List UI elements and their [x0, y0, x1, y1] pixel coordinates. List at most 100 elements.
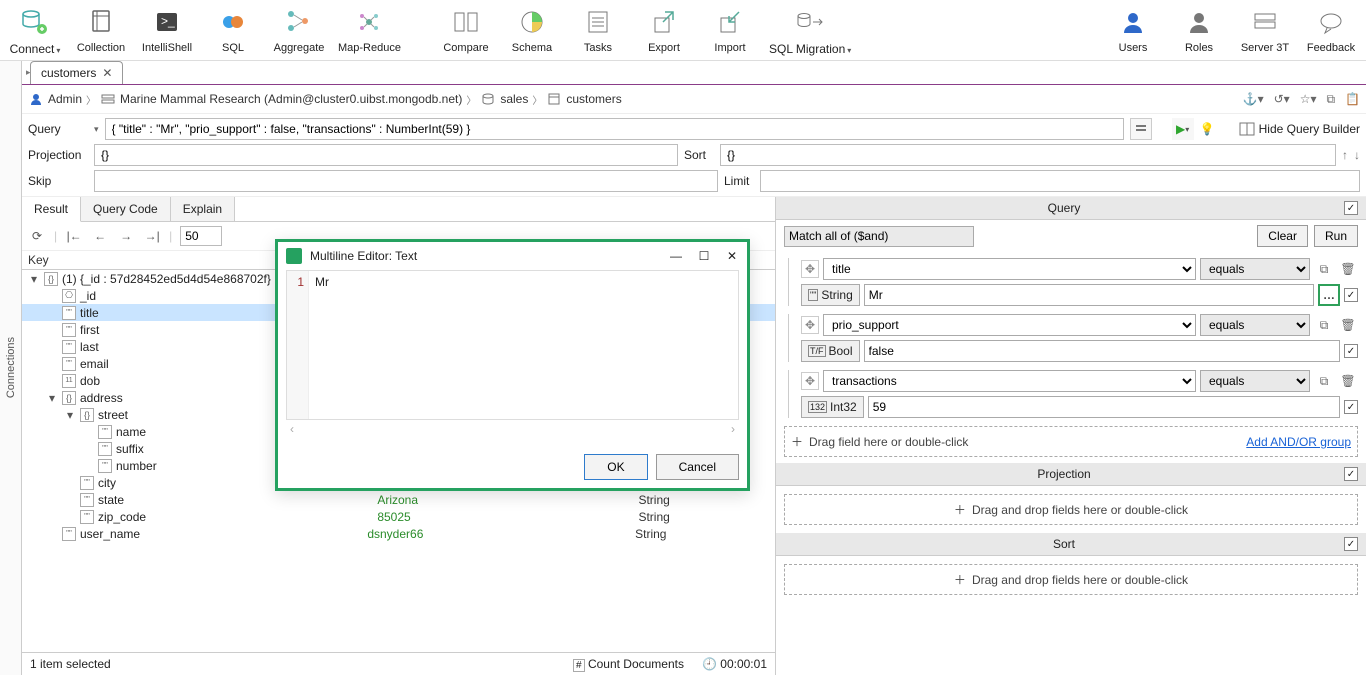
- tree-key[interactable]: _id: [80, 289, 96, 303]
- duplicate-icon[interactable]: ⧉: [1314, 259, 1334, 279]
- connections-side-tab[interactable]: Connections: [0, 61, 22, 675]
- count-documents-button[interactable]: # Count Documents: [573, 657, 684, 671]
- tree-key[interactable]: name: [116, 425, 146, 439]
- query-enabled-checkbox[interactable]: ✓: [1344, 201, 1358, 215]
- run-button[interactable]: Run: [1314, 225, 1358, 247]
- field-name-select[interactable]: prio_support: [823, 314, 1196, 336]
- paste-icon[interactable]: 📋: [1345, 92, 1360, 106]
- scroll-right-icon[interactable]: ›: [731, 422, 735, 436]
- field-dropzone[interactable]: ＋ Drag field here or double-click Add AN…: [784, 426, 1358, 457]
- prev-page-button[interactable]: ←: [91, 227, 109, 245]
- query-chevron-icon[interactable]: ▾: [94, 124, 99, 135]
- duplicate-icon[interactable]: ⧉: [1314, 371, 1334, 391]
- tree-key[interactable]: address: [80, 391, 123, 405]
- tree-key[interactable]: state: [98, 493, 124, 507]
- hint-icon[interactable]: 💡: [1200, 122, 1215, 136]
- sort-input[interactable]: [720, 144, 1336, 166]
- query-options-button[interactable]: [1130, 118, 1152, 140]
- duplicate-icon[interactable]: ⧉: [1314, 315, 1334, 335]
- maximize-icon[interactable]: ☐: [697, 249, 711, 263]
- operator-select[interactable]: equals: [1200, 314, 1310, 336]
- cancel-button[interactable]: Cancel: [656, 454, 739, 480]
- tree-key[interactable]: email: [80, 357, 109, 371]
- clear-button[interactable]: Clear: [1257, 225, 1308, 247]
- intellishell-button[interactable]: >_ IntelliShell: [140, 6, 194, 54]
- add-and-or-group-link[interactable]: Add AND/OR group: [1246, 435, 1351, 449]
- close-icon[interactable]: ✕: [725, 249, 739, 263]
- first-page-button[interactable]: |←: [65, 227, 83, 245]
- limit-input[interactable]: [760, 170, 1360, 192]
- last-page-button[interactable]: →|: [143, 227, 161, 245]
- breadcrumb-collection[interactable]: customers: [566, 92, 621, 106]
- next-page-button[interactable]: →: [117, 227, 135, 245]
- tree-key[interactable]: title: [80, 306, 99, 320]
- tab-customers[interactable]: customers ✕: [30, 61, 123, 84]
- compare-button[interactable]: Compare: [439, 6, 493, 54]
- tree-key[interactable]: dob: [80, 374, 100, 388]
- field-name-select[interactable]: title: [823, 258, 1196, 280]
- operator-select[interactable]: equals: [1200, 258, 1310, 280]
- copy-icon[interactable]: ⧉: [1326, 92, 1335, 107]
- ok-button[interactable]: OK: [584, 454, 647, 480]
- sqlmigration-button[interactable]: SQL Migration▾: [769, 6, 851, 56]
- breadcrumb-db[interactable]: sales: [500, 92, 528, 106]
- anchor-icon[interactable]: ⚓▾: [1243, 92, 1264, 106]
- tree-key[interactable]: number: [116, 459, 157, 473]
- type-badge[interactable]: 132Int32: [801, 396, 864, 418]
- favorite-icon[interactable]: ☆▾: [1300, 92, 1317, 106]
- tree-root[interactable]: (1) {_id : 57d28452ed5d4d54e868702f}: [62, 272, 271, 286]
- projection-dropzone[interactable]: ＋Drag and drop fields here or double-cli…: [784, 494, 1358, 525]
- tree-key[interactable]: zip_code: [98, 510, 146, 524]
- sort-asc-icon[interactable]: ↑: [1342, 148, 1348, 162]
- skip-input[interactable]: [94, 170, 718, 192]
- hide-query-builder-button[interactable]: Hide Query Builder: [1239, 122, 1360, 136]
- enable-condition-checkbox[interactable]: ✓: [1344, 400, 1358, 414]
- value-input[interactable]: [868, 396, 1340, 418]
- value-input[interactable]: [864, 284, 1314, 306]
- minimize-icon[interactable]: —: [669, 249, 683, 263]
- export-button[interactable]: Export: [637, 6, 691, 54]
- breadcrumb-user[interactable]: Admin: [48, 92, 82, 106]
- scroll-left-icon[interactable]: ‹: [290, 422, 294, 436]
- close-icon[interactable]: ✕: [102, 66, 112, 80]
- import-button[interactable]: Import: [703, 6, 757, 54]
- tree-key[interactable]: suffix: [116, 442, 144, 456]
- tasks-button[interactable]: Tasks: [571, 6, 625, 54]
- aggregate-button[interactable]: Aggregate: [272, 6, 326, 54]
- drag-handle-icon[interactable]: ✥: [801, 316, 819, 334]
- tree-key[interactable]: last: [80, 340, 99, 354]
- tree-key[interactable]: user_name: [80, 527, 140, 541]
- drag-handle-icon[interactable]: ✥: [801, 260, 819, 278]
- tabstrip-chevron-icon[interactable]: ▸: [22, 67, 30, 78]
- delete-icon[interactable]: 🗑: [1338, 371, 1358, 391]
- roles-button[interactable]: Roles: [1172, 6, 1226, 54]
- tab-result[interactable]: Result: [22, 197, 81, 222]
- tab-explain[interactable]: Explain: [171, 197, 235, 221]
- feedback-button[interactable]: Feedback: [1304, 6, 1358, 54]
- server3t-button[interactable]: Server 3T: [1238, 6, 1292, 54]
- run-query-button[interactable]: ▶▾: [1172, 118, 1194, 140]
- editor-text[interactable]: Mr: [309, 271, 738, 419]
- page-size-input[interactable]: [180, 226, 222, 246]
- tree-key[interactable]: first: [80, 323, 99, 337]
- projection-enabled-checkbox[interactable]: ✓: [1344, 467, 1358, 481]
- sql-button[interactable]: SQL: [206, 6, 260, 54]
- sort-dropzone[interactable]: ＋Drag and drop fields here or double-cli…: [784, 564, 1358, 595]
- tree-key[interactable]: street: [98, 408, 128, 422]
- schema-button[interactable]: Schema: [505, 6, 559, 54]
- type-badge[interactable]: T/FBool: [801, 340, 860, 362]
- projection-input[interactable]: [94, 144, 678, 166]
- breadcrumb-connection[interactable]: Marine Mammal Research (Admin@cluster0.u…: [120, 92, 462, 106]
- field-name-select[interactable]: transactions: [823, 370, 1196, 392]
- expand-editor-button[interactable]: …: [1318, 284, 1340, 306]
- enable-condition-checkbox[interactable]: ✓: [1344, 288, 1358, 302]
- sort-enabled-checkbox[interactable]: ✓: [1344, 537, 1358, 551]
- history-icon[interactable]: ↺▾: [1274, 92, 1290, 106]
- match-mode-select[interactable]: Match all of ($and): [784, 226, 974, 247]
- delete-icon[interactable]: 🗑: [1338, 315, 1358, 335]
- query-input[interactable]: [105, 118, 1124, 140]
- value-input[interactable]: [864, 340, 1340, 362]
- type-badge[interactable]: ""String: [801, 284, 860, 306]
- tree-key[interactable]: city: [98, 476, 116, 490]
- delete-icon[interactable]: 🗑: [1338, 259, 1358, 279]
